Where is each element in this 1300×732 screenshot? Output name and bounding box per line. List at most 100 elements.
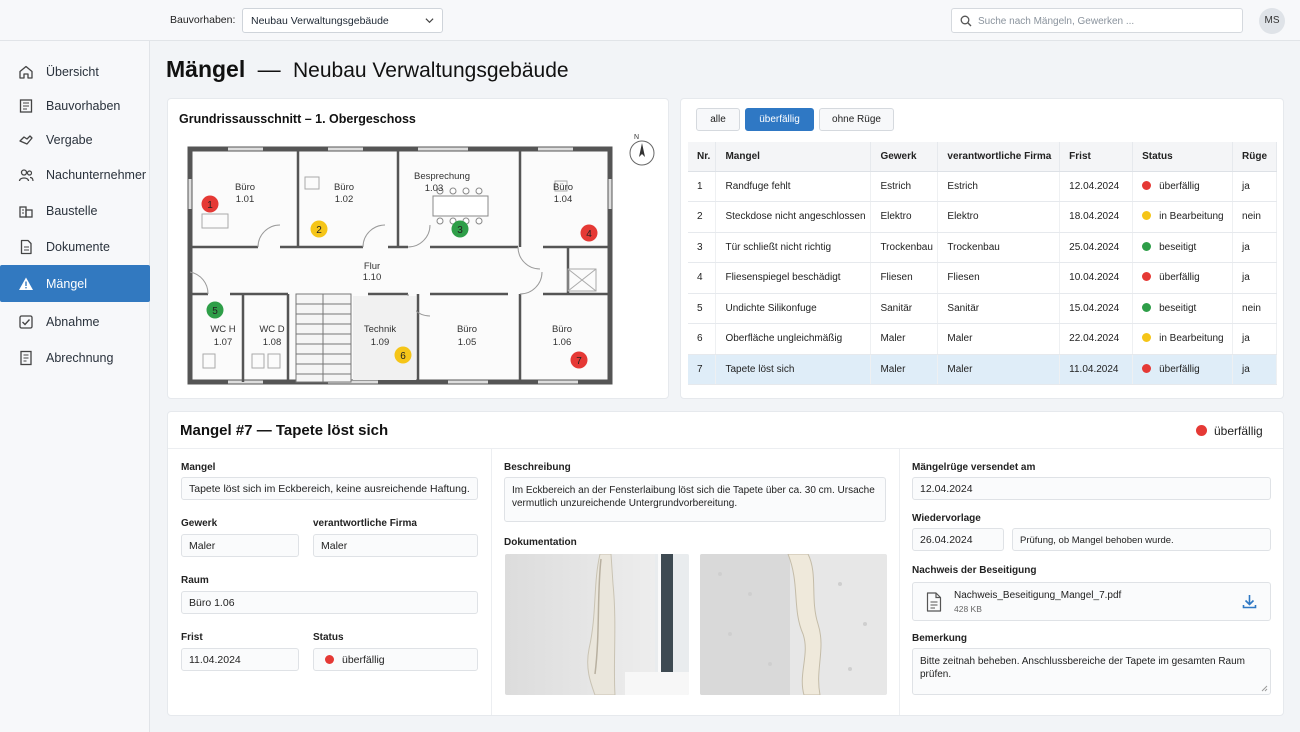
sidebar-item-label: Baustelle — [46, 203, 98, 218]
sidebar-item-uebersicht[interactable]: Übersicht — [0, 53, 150, 90]
cell-firma: Sanitär — [937, 293, 1061, 324]
sidebar-item-label: Vergabe — [46, 132, 93, 147]
search-input[interactable]: Suche nach Mängeln, Gewerken ... — [951, 8, 1243, 33]
documentation-photo-window[interactable] — [505, 554, 689, 695]
column-header[interactable]: Gewerk — [870, 142, 939, 172]
filter-ohne-ruege[interactable]: ohne Rüge — [819, 108, 894, 131]
bemerkung-text: Bitte zeitnah beheben. Anschlussbereiche… — [920, 656, 1246, 680]
cell-frist: 10.04.2024 — [1059, 262, 1134, 294]
sidebar-item-bauvorhaben[interactable]: Bauvorhaben — [0, 87, 150, 124]
wiedervorlage-note-field[interactable]: Prüfung, ob Mangel behoben wurde. — [1012, 528, 1271, 551]
mangel-field[interactable]: Tapete löst sich im Eckbereich, keine au… — [181, 477, 478, 500]
table-row[interactable]: 4 Fliesenspiegel beschädigt Fliesen Flie… — [688, 262, 1277, 294]
floorplan-card: Grundrissausschnitt – 1. Obergeschoss N … — [167, 98, 669, 399]
column-header[interactable]: verantwortliche Firma — [937, 142, 1061, 172]
cell-gewerk: Maler — [870, 323, 939, 355]
column-header[interactable]: Frist — [1059, 142, 1134, 172]
sidebar-item-baustelle[interactable]: Baustelle — [0, 192, 150, 229]
filter-ueberfaellig[interactable]: überfällig — [745, 108, 814, 131]
defect-marker-1[interactable]: 1 — [201, 195, 219, 213]
marker-label: 4 — [586, 229, 592, 240]
sidebar-item-nachunternehmer[interactable]: Nachunternehmer — [0, 156, 150, 193]
cell-firma: Elektro — [937, 201, 1061, 233]
cell-nr: 5 — [688, 293, 717, 324]
defect-marker-5[interactable]: 5 — [206, 301, 224, 319]
divider — [168, 448, 1283, 449]
raum-field[interactable]: Büro 1.06 — [181, 591, 478, 614]
marker-label: 1 — [207, 200, 213, 211]
cell-nr: 6 — [688, 323, 717, 355]
wiedervorlage-date-field[interactable]: 26.04.2024 — [912, 528, 1004, 551]
cell-status: überfällig — [1132, 354, 1234, 385]
status-field[interactable]: überfällig — [313, 648, 478, 671]
column-header[interactable]: Rüge — [1232, 142, 1277, 172]
gewerk-field[interactable]: Maler — [181, 534, 299, 557]
marker-label: 2 — [316, 225, 322, 236]
sidebar-item-abnahme[interactable]: Abnahme — [0, 303, 150, 340]
ruege-date-field[interactable]: 12.04.2024 — [912, 477, 1271, 500]
column-header[interactable]: Nr. — [688, 142, 717, 172]
beschreibung-field[interactable]: Im Eckbereich an der Fensterlaibung löst… — [504, 477, 886, 522]
room-name: Büro — [235, 182, 255, 193]
defect-marker-6[interactable]: 6 — [394, 346, 412, 364]
room-number: 1.07 — [214, 337, 233, 348]
sidebar-item-label: Abrechnung — [46, 350, 114, 365]
avatar[interactable]: MS — [1259, 8, 1285, 34]
sidebar-item-maengel[interactable]: Mängel — [0, 265, 150, 302]
bemerkung-field[interactable]: Bitte zeitnah beheben. Anschlussbereiche… — [912, 648, 1271, 695]
raum-label: Raum — [181, 575, 209, 586]
table-row[interactable]: 1 Randfuge fehlt Estrich Estrich 12.04.2… — [688, 171, 1277, 202]
defect-marker-4[interactable]: 4 — [580, 224, 598, 242]
compass-label: N — [634, 134, 639, 141]
room-name: Besprechung — [414, 171, 470, 182]
status-dot — [325, 655, 334, 664]
frist-field[interactable]: 11.04.2024 — [181, 648, 299, 671]
documentation-photo-detail[interactable] — [700, 554, 887, 695]
cell-ruege: ja — [1232, 323, 1277, 355]
sidebar-item-vergabe[interactable]: Vergabe — [0, 121, 150, 158]
filter-alle[interactable]: alle — [696, 108, 740, 131]
cell-firma: Fliesen — [937, 262, 1061, 294]
sidebar-item-abrechnung[interactable]: Abrechnung — [0, 339, 150, 376]
room-number: 1.02 — [335, 194, 354, 205]
floorplan: N Büro 1.01 Büro 1.02 Besprechung 1.03 B… — [187, 134, 655, 385]
divider — [491, 449, 492, 715]
frist-label: Frist — [181, 632, 203, 643]
table-row[interactable]: 6 Oberfläche ungleichmäßig Maler Maler 2… — [688, 323, 1277, 355]
cell-frist: 25.04.2024 — [1059, 232, 1134, 263]
cell-gewerk: Trockenbau — [870, 232, 939, 263]
cell-frist: 22.04.2024 — [1059, 323, 1134, 355]
column-header[interactable]: Status — [1132, 142, 1234, 172]
cell-ruege: ja — [1232, 171, 1277, 202]
defect-marker-2[interactable]: 2 — [310, 220, 328, 238]
marker-label: 7 — [576, 356, 582, 367]
pdf-file-icon — [926, 592, 942, 612]
marker-label: 6 — [400, 351, 406, 362]
table-row[interactable]: 2 Steckdose nicht angeschlossen Elektro … — [688, 201, 1277, 233]
table-row-selected[interactable]: 7 Tapete löst sich Maler Maler 11.04.202… — [688, 354, 1277, 385]
firma-field[interactable]: Maler — [313, 534, 478, 557]
cell-nr: 1 — [688, 171, 717, 202]
ruege-label: Mängelrüge versendet am — [912, 462, 1036, 473]
nachweis-filename: Nachweis_Beseitigung_Mangel_7.pdf — [954, 590, 1122, 601]
status-dot — [1142, 333, 1152, 343]
cell-mangel: Randfuge fehlt — [715, 171, 872, 202]
room-name: WC H — [210, 324, 235, 335]
defect-marker-7[interactable]: 7 — [570, 351, 588, 369]
compass-icon: N — [629, 134, 655, 166]
resize-handle-icon[interactable] — [1261, 685, 1268, 692]
defect-marker-3[interactable]: 3 — [451, 220, 469, 238]
status-dot — [1142, 241, 1152, 251]
project-select[interactable]: Neubau Verwaltungsgebäude — [242, 8, 443, 33]
sidebar-item-dokumente[interactable]: Dokumente — [0, 228, 150, 265]
column-header[interactable]: Mangel — [715, 142, 872, 172]
status-label: Status — [313, 632, 344, 643]
chevron-down-icon — [425, 18, 434, 24]
download-icon[interactable] — [1242, 594, 1257, 609]
dokumentation-label: Dokumentation — [504, 537, 577, 548]
nachweis-file[interactable]: Nachweis_Beseitigung_Mangel_7.pdf 428 KB — [912, 582, 1271, 621]
wiedervorlage-label: Wiedervorlage — [912, 513, 981, 524]
cell-ruege: ja — [1232, 262, 1277, 294]
table-row[interactable]: 3 Tür schließt nicht richtig Trockenbau … — [688, 232, 1277, 263]
table-row[interactable]: 5 Undichte Silikonfuge Sanitär Sanitär 1… — [688, 293, 1277, 324]
